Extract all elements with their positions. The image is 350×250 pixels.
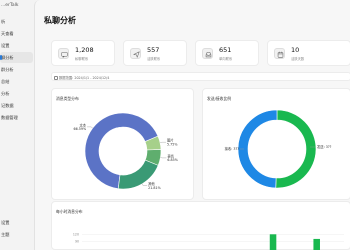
stat-card-private-contacts: 1,208 私聊联系 — [51, 40, 115, 66]
stat-label: 私聊联系 — [75, 57, 89, 61]
main-content: 私聊分析 1,208 私聊联系 557 活跃联系 651 单向联系 10 活跃天… — [34, 0, 350, 250]
sidebar-item-label: 设置 — [1, 220, 10, 225]
date-range-text: 数据范围: 2024/1/1 - 2024/12/4 — [59, 75, 110, 80]
y-tick-label: 120 — [73, 233, 79, 237]
sidebar-item-label: 天查看 — [1, 31, 14, 36]
sidebar-item-chat-view[interactable]: 天查看 — [0, 28, 33, 39]
stat-value: 651 — [219, 46, 232, 54]
sidebar-item-settings-a[interactable]: 设置 — [0, 40, 33, 51]
date-range-bar: 数据范围: 2024/1/1 - 2024/12/4 — [51, 72, 350, 81]
stat-value: 557 — [147, 46, 160, 54]
sidebar-item-label: 聊分析 — [1, 55, 14, 60]
message-type-donut-chart: 文本66.59%图片5.75%表情6.85%其他21.81% — [74, 112, 178, 190]
hourly-bar-chart: 120 90 — [73, 233, 344, 250]
stat-label: 活跃联系 — [147, 57, 161, 61]
slice-percent-label: 21.81% — [148, 186, 161, 190]
stat-value: 1,208 — [75, 46, 94, 54]
sidebar-item-settings[interactable]: 设置 — [0, 217, 33, 228]
sidebar-item-private-analysis[interactable]: 聊分析 — [0, 52, 33, 63]
sidebar-item-theme[interactable]: 主题 — [0, 229, 33, 240]
donut-slice[interactable] — [275, 109, 317, 189]
label-leader-line — [141, 183, 148, 186]
panel-hourly-distribution: 每小时消息分布 120 90 — [51, 201, 350, 250]
send-icon — [130, 48, 141, 59]
sidebar-item-label: 数据管理 — [1, 115, 18, 120]
sidebar-item-label: 设置 — [1, 43, 10, 48]
panel-message-types: 消息类型分布 文本 66.59% 图片 5.75% 表情 6.85% 其他 21.81% — [51, 88, 194, 200]
sidebar-item-records[interactable]: 记数据 — [0, 100, 33, 111]
slice-label: 发送: 3?? — [317, 144, 332, 149]
sidebar-item-overview[interactable]: 析 — [0, 16, 33, 27]
app-title: ...erTalk — [1, 3, 19, 8]
sidebar-item-label: 析 — [1, 19, 6, 24]
label-leader-line — [87, 126, 93, 129]
sidebar-item-label: 群分析 — [1, 67, 14, 72]
hour-bar[interactable] — [269, 234, 277, 250]
inbox-icon — [202, 48, 213, 59]
sidebar-item-analysis[interactable]: 分析 — [0, 88, 33, 99]
sidebar-item-group-analysis[interactable]: 群分析 — [0, 64, 33, 75]
chat-icon — [58, 48, 69, 59]
sidebar-item-data-management[interactable]: 数据管理 — [0, 112, 33, 123]
calendar-icon — [274, 48, 285, 59]
sidebar: 析 天查看 设置 聊分析 群分析 总结 分析 记数据 数据管理 设置 主题 — [0, 14, 33, 250]
stat-card-active-days: 10 活跃天数 — [267, 40, 350, 66]
slice-percent-label: 6.85% — [167, 158, 177, 162]
page-title: 私聊分析 — [44, 16, 76, 25]
stat-label: 单向联系 — [219, 57, 233, 61]
stat-card-one-way-contacts: 651 单向联系 — [195, 40, 259, 66]
stat-card-active-contacts: 557 活跃联系 — [123, 40, 187, 66]
slice-percent-label: 5.75% — [167, 142, 177, 146]
calendar-icon — [54, 75, 58, 80]
sidebar-item-label: 记数据 — [1, 103, 14, 108]
stat-value: 10 — [291, 46, 300, 54]
hour-bar[interactable] — [313, 238, 320, 250]
sidebar-item-label: 总结 — [1, 79, 10, 84]
slice-percent-label: 66.59% — [74, 127, 87, 131]
stat-label: 活跃天数 — [291, 57, 305, 61]
sidebar-item-summary[interactable]: 总结 — [0, 76, 33, 87]
slice-label: 接收: 3?? — [225, 146, 240, 151]
y-tick-label: 90 — [75, 239, 79, 243]
sidebar-item-label: 主题 — [1, 232, 10, 237]
send-receive-donut-chart: 发送: 3?? 接收: 3?? — [225, 109, 332, 189]
panel-send-receive: 发送/接收比例 发送: 3?? 接收: 3?? — [202, 88, 350, 200]
sidebar-item-label: 分析 — [1, 91, 10, 96]
